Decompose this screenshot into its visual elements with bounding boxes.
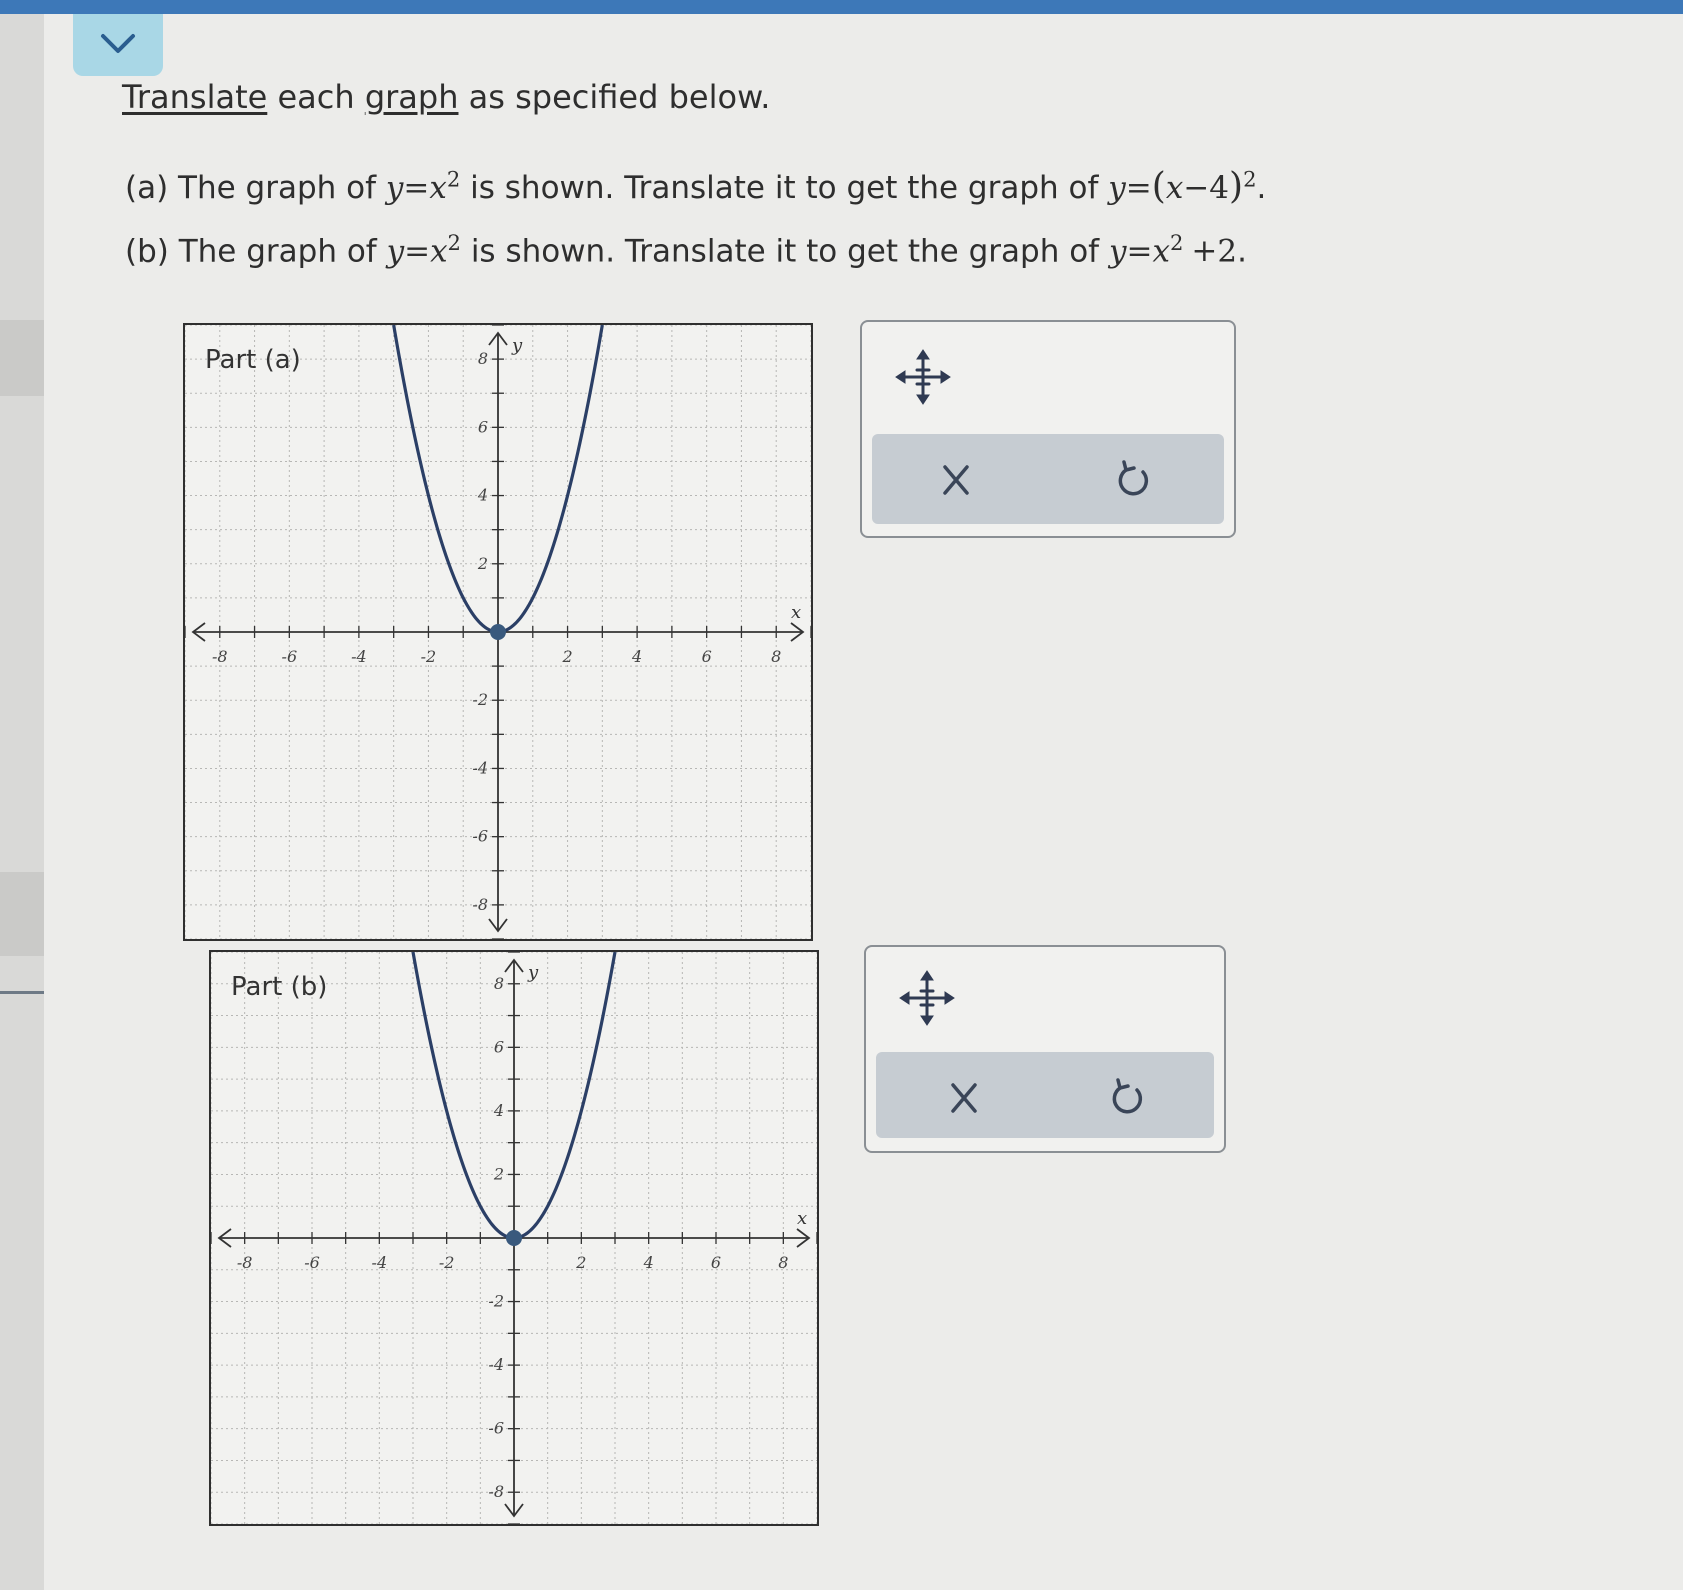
x-tick-label: -8 (212, 647, 228, 666)
move-tool-button[interactable] (892, 346, 954, 408)
y-tick-label: -8 (472, 895, 488, 914)
undo-button[interactable] (1096, 1070, 1156, 1126)
math-number: 4 (1209, 170, 1230, 206)
x-tick-label: -6 (304, 1253, 320, 1272)
undo-icon (1112, 1078, 1143, 1114)
tool-panel-part-b (864, 945, 1226, 1153)
math-op: + (1191, 233, 1218, 270)
move-tool-button[interactable] (896, 967, 958, 1029)
math-op: = (1125, 170, 1152, 206)
action-tray (872, 434, 1224, 524)
translate-link[interactable]: Translate (122, 78, 267, 116)
collapse-button[interactable] (73, 14, 163, 76)
part-a-text: (a) The graph of y=x2 is shown. Translat… (125, 166, 1266, 207)
math-op: = (1126, 233, 1153, 270)
x-tick-label: -4 (351, 647, 367, 666)
math-op: = (403, 170, 430, 206)
y-tick-label: -2 (488, 1292, 504, 1311)
part-b-text: (b) The graph of y=x2 is shown. Translat… (125, 230, 1247, 269)
x-tick-label: -2 (421, 647, 437, 666)
math-exponent: 2 (447, 230, 461, 255)
x-tick-label: 6 (702, 647, 712, 666)
math-exponent: 2 (446, 166, 461, 192)
vertex-point (490, 624, 506, 640)
instruction-text: Translate each graph as specified below. (122, 78, 770, 116)
tool-panel-part-a (860, 320, 1236, 538)
math-paren: ( (1151, 166, 1166, 207)
graph-label: Part (a) (205, 345, 301, 375)
part-b-prefix: (b) The graph of (125, 233, 387, 270)
vertex-point (506, 1230, 522, 1246)
math-var: x (430, 233, 448, 270)
math-exponent: 2 (1169, 230, 1184, 255)
part-a-end: . (1256, 170, 1267, 206)
part-b-middle: is shown. Translate it to get the graph … (460, 233, 1109, 270)
x-tick-label: 2 (561, 647, 572, 666)
y-tick-label: 2 (477, 554, 488, 573)
x-tick-label: -4 (372, 1253, 388, 1272)
undo-icon (1118, 460, 1149, 496)
action-tray (876, 1052, 1214, 1138)
y-tick-label: -2 (472, 690, 488, 709)
math-var: x (1165, 170, 1184, 206)
math-paren: ) (1229, 166, 1244, 207)
instruction-part: as specified below. (458, 78, 771, 116)
math-op: = (404, 233, 431, 270)
part-a-prefix: (a) The graph of (125, 170, 386, 206)
y-axis-label: y (527, 962, 539, 983)
x-tick-label: -6 (282, 647, 298, 666)
close-icon (951, 1083, 977, 1113)
math-var: y (386, 233, 405, 270)
y-tick-label: 4 (493, 1101, 504, 1120)
graph-link[interactable]: graph (365, 78, 459, 116)
x-tick-label: 2 (575, 1253, 586, 1272)
y-tick-label: -8 (488, 1482, 504, 1501)
undo-button[interactable] (1102, 452, 1162, 508)
clear-button[interactable] (934, 1070, 994, 1126)
x-tick-label: 4 (631, 647, 642, 666)
graph-part-b[interactable]: -8 -6 -4 -2 2 4 6 8 8 6 4 2 -2 -4 -6 -8 x y Part (b) (209, 950, 819, 1526)
y-tick-label: 4 (477, 486, 488, 505)
move-arrows-icon (895, 349, 951, 405)
instruction-part: each (267, 78, 365, 116)
y-tick-label: -4 (472, 758, 488, 777)
math-var: y (1108, 233, 1127, 270)
top-bar (0, 0, 1683, 14)
x-tick-label: 8 (771, 647, 781, 666)
y-tick-label: -4 (488, 1355, 504, 1374)
y-axis-label: y (511, 335, 523, 356)
x-axis-label: x (797, 1208, 807, 1229)
coordinate-grid[interactable]: -8 -6 -4 -2 2 4 6 8 8 6 4 2 -2 -4 -6 -8 x y (185, 325, 811, 939)
x-tick-label: 4 (643, 1253, 654, 1272)
y-tick-label: 2 (493, 1164, 504, 1183)
y-tick-label: -6 (488, 1419, 504, 1438)
math-var: x (1152, 233, 1170, 270)
clear-button[interactable] (926, 452, 986, 508)
part-a-middle: is shown. Translate it to get the graph … (460, 170, 1109, 206)
math-var: x (429, 170, 447, 206)
y-tick-label: 6 (494, 1037, 504, 1056)
x-tick-label: 8 (778, 1253, 788, 1272)
y-tick-label: -6 (472, 827, 488, 846)
x-tick-label: -8 (237, 1253, 253, 1272)
y-tick-label: 6 (478, 417, 488, 436)
math-var: y (1108, 170, 1126, 206)
math-op: − (1183, 170, 1210, 206)
math-exponent: 2 (1243, 166, 1257, 192)
move-arrows-icon (899, 970, 955, 1026)
coordinate-grid[interactable]: -8 -6 -4 -2 2 4 6 8 8 6 4 2 -2 -4 -6 -8 x y (211, 952, 817, 1524)
math-var: y (385, 170, 404, 206)
graph-label: Part (b) (231, 972, 328, 1002)
x-tick-label: 6 (711, 1253, 721, 1272)
close-icon (943, 465, 969, 495)
part-b-end: . (1237, 233, 1247, 270)
math-number: 2 (1217, 233, 1238, 270)
x-tick-label: -2 (439, 1253, 455, 1272)
y-tick-label: 8 (478, 349, 488, 368)
chevron-down-icon (101, 34, 135, 53)
graph-part-a[interactable]: -8 -6 -4 -2 2 4 6 8 8 6 4 2 -2 -4 -6 -8 x y Part (a) (183, 323, 813, 941)
x-axis-label: x (791, 602, 801, 623)
y-tick-label: 8 (494, 974, 504, 993)
